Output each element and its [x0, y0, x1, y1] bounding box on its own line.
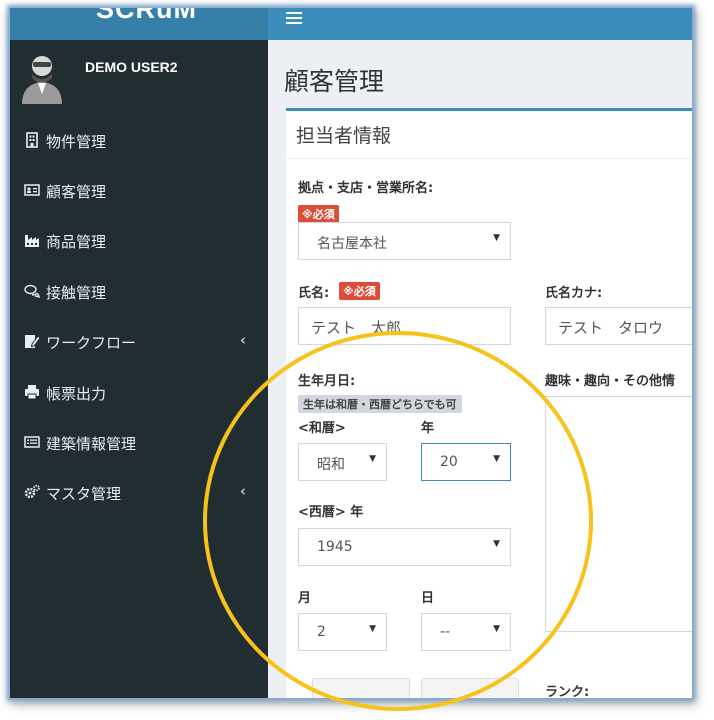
sidebar: SCRuM DEMO USER2 物件管理 顧客管理 商品管理 接触管理 ワーク…: [10, 8, 268, 698]
app-logo: SCRuM: [96, 8, 197, 24]
caret-down-icon: ▼: [493, 539, 500, 549]
action-button[interactable]: [312, 678, 410, 698]
seireki-year-select[interactable]: 1945 ▼: [298, 528, 511, 566]
sidebar-item-label: マスタ管理: [46, 485, 122, 503]
sidebar-item-label: 顧客管理: [46, 183, 107, 201]
sidebar-item-label: 商品管理: [46, 233, 107, 251]
user-name: DEMO USER2: [85, 59, 178, 75]
sidebar-item-property[interactable]: 物件管理: [10, 118, 268, 164]
sidebar-item-building-info[interactable]: 建築情報管理: [10, 420, 268, 466]
id-card-icon: [24, 184, 40, 196]
list-card-icon: [24, 436, 40, 448]
chevron-left-icon: ‹: [239, 331, 246, 349]
edit-icon: [25, 335, 40, 348]
name-label: 氏名:: [298, 286, 330, 301]
rank-label: ランク:: [545, 685, 590, 698]
building-icon: [26, 132, 38, 148]
sidebar-item-label: ワークフロー: [46, 334, 137, 352]
sidebar-item-workflow[interactable]: ワークフロー ‹: [10, 319, 268, 365]
wareki-label: <和暦>: [298, 421, 346, 436]
hobby-label: 趣味・趣向・その他情: [545, 374, 676, 389]
day-label: 日: [421, 591, 435, 606]
branch-label: 拠点・支店・営業所名:: [298, 181, 434, 196]
sidebar-item-label: 物件管理: [46, 133, 107, 151]
action-button[interactable]: [421, 678, 519, 698]
wareki-year-select[interactable]: 20 ▼: [421, 443, 511, 481]
sidebar-item-label: 帳票出力: [46, 385, 107, 403]
caret-down-icon: ▼: [369, 624, 376, 634]
contact-info-panel: 担当者情報 拠点・支店・営業所名: ※必須 名古屋本社 ▼ 氏名: ※必須 テス…: [286, 108, 692, 698]
print-icon: [25, 385, 39, 400]
seireki-year-label: <西暦> 年: [298, 505, 364, 520]
panel-title: 担当者情報: [296, 125, 392, 147]
caret-down-icon: ▼: [493, 233, 500, 243]
name-input[interactable]: テスト 太郎: [298, 307, 511, 345]
sidebar-item-contact[interactable]: 接触管理: [10, 269, 268, 315]
menu-toggle-icon[interactable]: [286, 12, 302, 26]
caret-down-icon: ▼: [493, 454, 500, 464]
required-badge: ※必須: [298, 205, 339, 223]
comments-icon: [24, 284, 40, 299]
day-select[interactable]: -- ▼: [421, 613, 511, 651]
industry-icon: [25, 235, 39, 247]
month-select[interactable]: 2 ▼: [298, 613, 387, 651]
sidebar-item-label: 接触管理: [46, 284, 107, 302]
app-window: SCRuM DEMO USER2 物件管理 顧客管理 商品管理 接触管理 ワーク…: [10, 8, 692, 698]
name-kana-label: 氏名カナ:: [545, 286, 603, 301]
sidebar-item-customer[interactable]: 顧客管理: [10, 168, 268, 214]
birthdate-note-badge: 生年は和暦・西暦どちらでも可: [298, 395, 462, 413]
panel-divider: [286, 158, 692, 159]
caret-down-icon: ▼: [493, 624, 500, 634]
month-label: 月: [298, 591, 312, 606]
top-navbar: [268, 8, 692, 40]
main-content: 顧客管理 担当者情報 拠点・支店・営業所名: ※必須 名古屋本社 ▼ 氏名: ※…: [268, 40, 692, 698]
hobby-textarea[interactable]: [545, 396, 692, 632]
cogs-icon: [24, 484, 40, 499]
sidebar-item-master[interactable]: マスタ管理 ‹: [10, 470, 268, 516]
branch-select[interactable]: 名古屋本社 ▼: [298, 222, 511, 260]
required-badge: ※必須: [339, 282, 380, 300]
wareki-year-label: 年: [421, 421, 435, 436]
sidebar-item-label: 建築情報管理: [46, 435, 137, 453]
era-select[interactable]: 昭和 ▼: [298, 443, 387, 481]
birthdate-label: 生年月日:: [298, 374, 356, 389]
logo-bar[interactable]: SCRuM: [10, 8, 268, 40]
sidebar-item-report[interactable]: 帳票出力: [10, 370, 268, 416]
caret-down-icon: ▼: [369, 454, 376, 464]
avatar: [20, 50, 64, 104]
user-panel: DEMO USER2: [10, 40, 268, 120]
page-title: 顧客管理: [284, 67, 385, 96]
sidebar-item-product[interactable]: 商品管理: [10, 218, 268, 264]
chevron-left-icon: ‹: [239, 482, 246, 500]
name-kana-input[interactable]: テスト タロウ: [545, 307, 692, 345]
